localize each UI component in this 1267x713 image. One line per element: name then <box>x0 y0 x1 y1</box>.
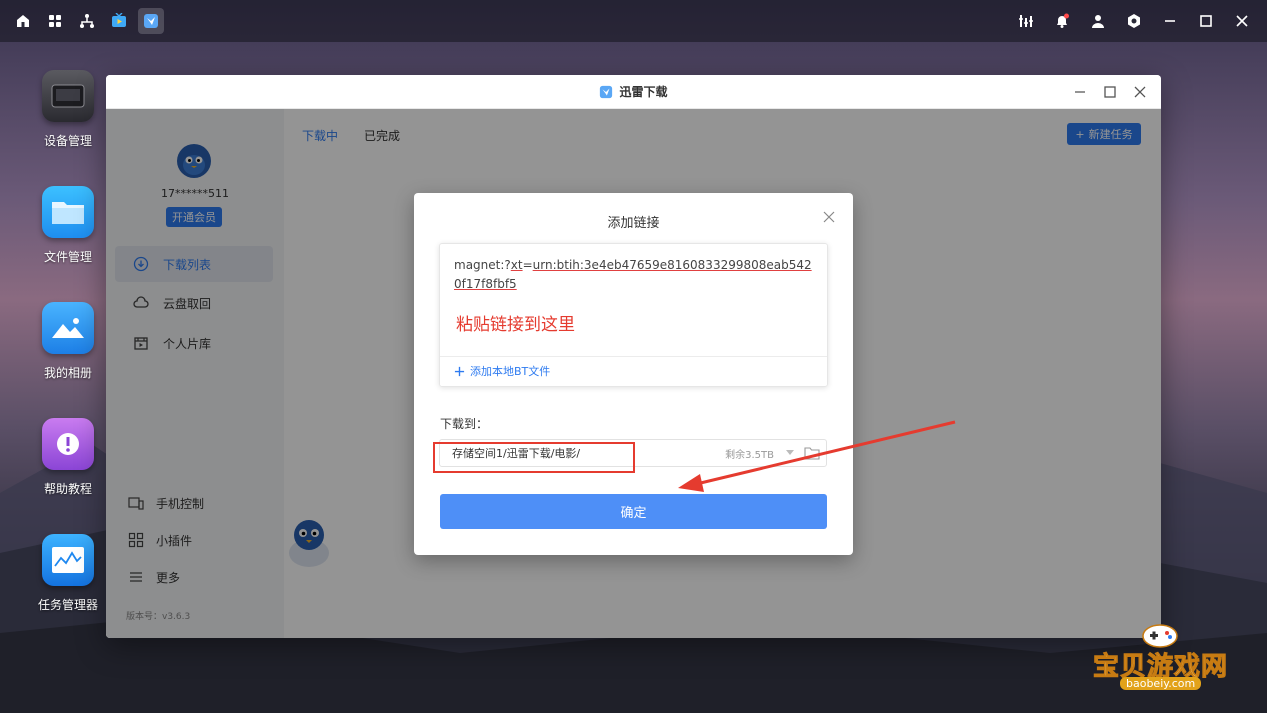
maximize-icon[interactable] <box>1191 8 1221 34</box>
link-box-divider <box>440 356 827 357</box>
settings-icon[interactable] <box>1119 8 1149 34</box>
free-space-label: 剩余3.5TB <box>725 449 774 461</box>
paste-hint-annotation: 粘贴链接到这里 <box>456 315 575 335</box>
window-maximize-icon[interactable] <box>1103 85 1117 99</box>
dialog-close-icon[interactable] <box>823 211 835 223</box>
minimize-icon[interactable] <box>1155 8 1185 34</box>
photo-icon <box>42 302 94 354</box>
desktop-icons: 设备管理 文件管理 我的相册 帮助教程 任务管理器 <box>28 70 108 650</box>
equalizer-icon[interactable] <box>1011 8 1041 34</box>
desktop-icon-device[interactable]: 设备管理 <box>28 70 108 186</box>
home-icon[interactable] <box>10 8 36 34</box>
add-local-bt-button[interactable]: 添加本地BT文件 <box>454 363 550 379</box>
desktop-icon-help[interactable]: 帮助教程 <box>28 418 108 534</box>
help-icon <box>42 418 94 470</box>
link-equals: = <box>522 258 533 272</box>
tv-icon[interactable] <box>106 8 132 34</box>
window-title-bar[interactable]: 迅雷下载 <box>106 75 1161 109</box>
link-input-area[interactable]: magnet:?xt=urn:btih:3e4eb47659e816083329… <box>439 243 828 387</box>
dialog-title: 添加链接 <box>607 216 660 231</box>
folder-icon <box>42 186 94 238</box>
watermark: 宝贝游戏网 baobeiy.com <box>1090 620 1240 695</box>
download-to-label: 下载到： <box>440 417 489 431</box>
gamepad-logo-icon <box>1142 624 1178 648</box>
folder-browse-icon[interactable] <box>804 447 820 460</box>
thunder-app-icon[interactable] <box>138 8 164 34</box>
system-taskbar <box>0 0 1267 42</box>
plus-icon <box>454 366 465 376</box>
window-close-icon[interactable] <box>1133 85 1147 99</box>
add-bt-label: 添加本地BT文件 <box>470 365 551 378</box>
desktop-icon-task-manager[interactable]: 任务管理器 <box>28 534 108 650</box>
desktop-icon-label: 我的相册 <box>43 366 92 380</box>
desktop-icon-label: 帮助教程 <box>43 482 92 496</box>
desktop-icon-photos[interactable]: 我的相册 <box>28 302 108 418</box>
close-icon[interactable] <box>1227 8 1257 34</box>
highlight-annotation-box <box>433 442 635 473</box>
network-icon[interactable] <box>74 8 100 34</box>
confirm-button[interactable]: 确定 <box>440 494 827 529</box>
desktop-icon-label: 任务管理器 <box>37 598 98 612</box>
add-link-dialog: 添加链接 magnet:?xt=urn:btih:3e4eb47659e8160… <box>414 193 853 555</box>
link-input-text[interactable]: magnet:?xt=urn:btih:3e4eb47659e816083329… <box>454 256 816 294</box>
user-icon[interactable] <box>1083 8 1113 34</box>
thunder-logo-icon <box>600 85 613 98</box>
apps-grid-icon[interactable] <box>42 8 68 34</box>
desktop-icon-files[interactable]: 文件管理 <box>28 186 108 302</box>
task-manager-icon <box>42 534 94 586</box>
watermark-url: baobeiy.com <box>1120 677 1202 690</box>
device-icon <box>42 70 94 122</box>
desktop-icon-label: 设备管理 <box>43 134 92 148</box>
desktop-icon-label: 文件管理 <box>43 250 92 264</box>
link-underlined-part: xt <box>510 258 523 272</box>
window-title: 迅雷下载 <box>619 85 668 99</box>
chevron-down-icon[interactable] <box>786 450 794 455</box>
link-prefix: magnet:? <box>454 258 511 272</box>
bell-icon[interactable] <box>1047 8 1077 34</box>
window-minimize-icon[interactable] <box>1073 85 1087 99</box>
